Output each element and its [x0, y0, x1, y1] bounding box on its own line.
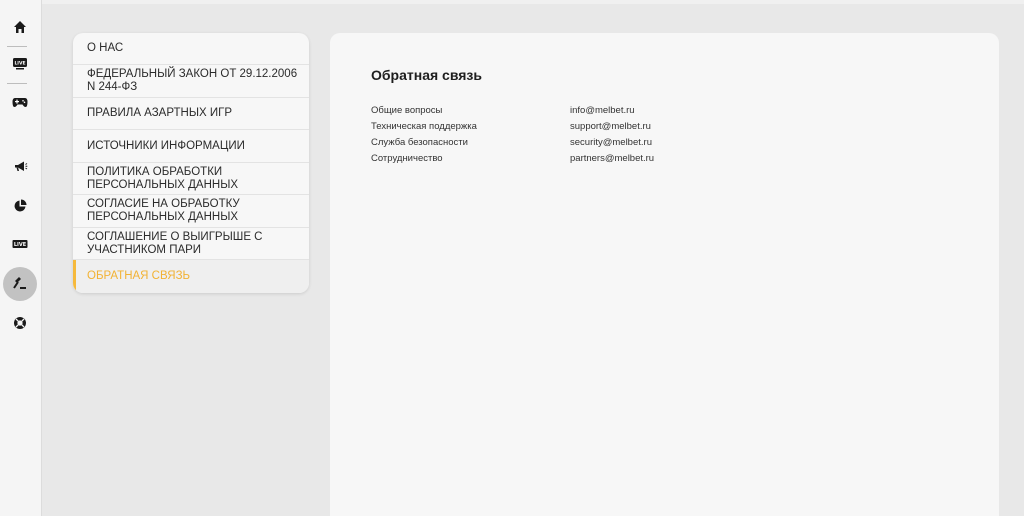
- gamepad-icon[interactable]: [3, 85, 37, 119]
- menu-item-about[interactable]: О НАС: [73, 33, 309, 65]
- menu-item-label: СОГЛАШЕНИЕ О ВЫИГРЫШЕ С УЧАСТНИКОМ ПАРИ: [87, 230, 263, 256]
- contact-email-link[interactable]: partners@melbet.ru: [570, 153, 654, 164]
- lifebuoy-icon[interactable]: [3, 306, 37, 340]
- top-bar: [42, 0, 1024, 4]
- contact-label: Общие вопросы: [371, 105, 443, 116]
- sidebar: LIVE LIVE: [0, 0, 42, 516]
- contact-label: Служба безопасности: [371, 137, 468, 148]
- contact-label: Техническая поддержка: [371, 121, 477, 132]
- megaphone-icon[interactable]: [3, 149, 37, 183]
- svg-text:LIVE: LIVE: [14, 242, 27, 248]
- contact-row: Общие вопросы info@melbet.ru: [371, 105, 971, 119]
- menu-item-privacy-policy[interactable]: ПОЛИТИКА ОБРАБОТКИ ПЕРСОНАЛЬНЫХ ДАННЫХ: [73, 163, 309, 195]
- menu-item-label: ОБРАТНАЯ СВЯЗЬ: [87, 270, 191, 282]
- menu-item-label: ФЕДЕРАЛЬНЫЙ ЗАКОН ОТ 29.12.2006 N 244-ФЗ: [87, 68, 298, 93]
- menu-item-label: ИСТОЧНИКИ ИНФОРМАЦИИ: [87, 139, 245, 152]
- contact-row: Сотрудничество partners@melbet.ru: [371, 153, 971, 167]
- menu-item-label: ПРАВИЛА АЗАРТНЫХ ИГР: [87, 107, 233, 119]
- menu-item-label: СОГЛАСИЕ НА ОБРАБОТКУ ПЕРСОНАЛЬНЫХ ДАННЫ…: [87, 198, 240, 223]
- contact-email-link[interactable]: security@melbet.ru: [570, 137, 652, 148]
- menu-item-label: О НАС: [87, 42, 124, 54]
- live-icon[interactable]: LIVE: [3, 227, 37, 261]
- menu-item-data-consent[interactable]: СОГЛАСИЕ НА ОБРАБОТКУ ПЕРСОНАЛЬНЫХ ДАННЫ…: [73, 195, 309, 228]
- gavel-icon[interactable]: [3, 267, 37, 301]
- svg-text:LIVE: LIVE: [14, 61, 25, 67]
- pie-chart-icon[interactable]: [3, 189, 37, 223]
- menu-item-info-sources[interactable]: ИСТОЧНИКИ ИНФОРМАЦИИ: [73, 130, 309, 163]
- menu-item-federal-law[interactable]: ФЕДЕРАЛЬНЫЙ ЗАКОН ОТ 29.12.2006 N 244-ФЗ: [73, 65, 309, 98]
- live-tv-icon[interactable]: LIVE: [3, 47, 37, 81]
- contact-label: Сотрудничество: [371, 153, 443, 164]
- contact-email-link[interactable]: support@melbet.ru: [570, 121, 651, 132]
- page-title: Обратная связь: [371, 67, 482, 83]
- menu-item-label: ПОЛИТИКА ОБРАБОТКИ ПЕРСОНАЛЬНЫХ ДАННЫХ: [87, 165, 239, 191]
- menu-item-gambling-rules[interactable]: ПРАВИЛА АЗАРТНЫХ ИГР: [73, 98, 309, 130]
- info-menu: О НАС ФЕДЕРАЛЬНЫЙ ЗАКОН ОТ 29.12.2006 N …: [73, 33, 309, 293]
- menu-item-feedback[interactable]: ОБРАТНАЯ СВЯЗЬ: [73, 260, 309, 293]
- contact-row: Техническая поддержка support@melbet.ru: [371, 121, 971, 135]
- home-icon[interactable]: [3, 10, 37, 44]
- content-panel: Обратная связь Общие вопросы info@melbet…: [330, 33, 999, 516]
- contact-row: Служба безопасности security@melbet.ru: [371, 137, 971, 151]
- menu-item-winnings-agreement[interactable]: СОГЛАШЕНИЕ О ВЫИГРЫШЕ С УЧАСТНИКОМ ПАРИ: [73, 228, 309, 260]
- contact-email-link[interactable]: info@melbet.ru: [570, 105, 635, 116]
- sidebar-divider: [7, 83, 27, 84]
